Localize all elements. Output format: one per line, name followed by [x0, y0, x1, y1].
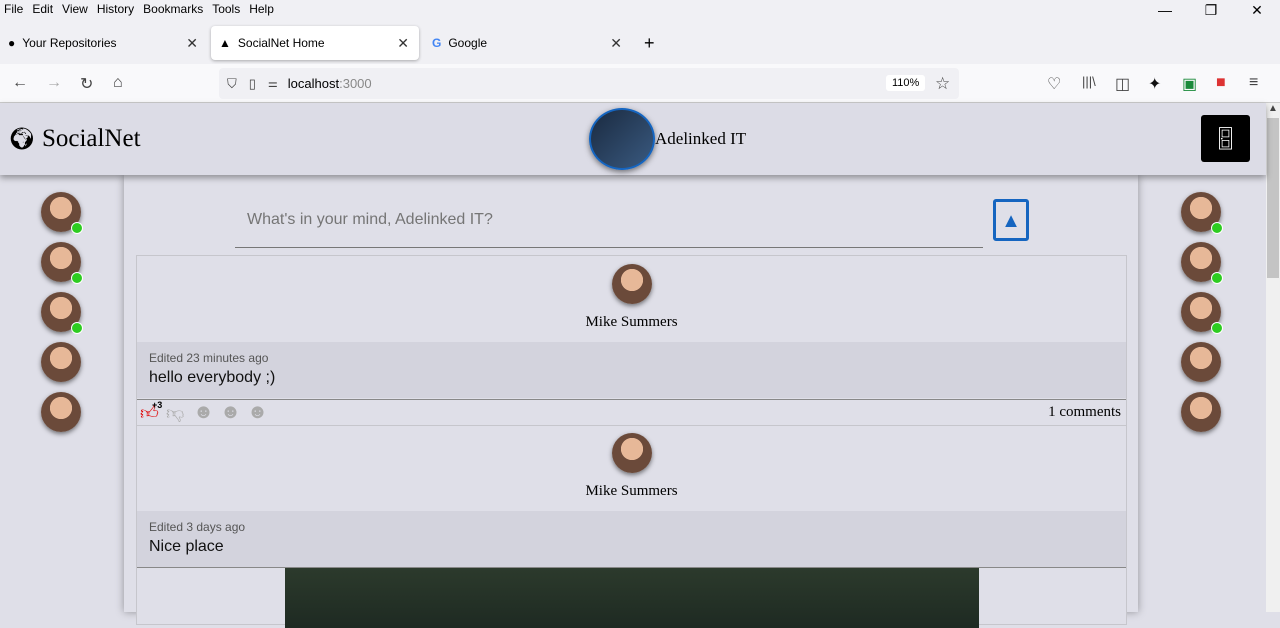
url-port: :3000 — [339, 76, 372, 91]
laugh-face-icon[interactable]: ☻ — [220, 401, 241, 424]
door-exit-icon: 🚪︎ — [1211, 126, 1240, 151]
post-composer-input[interactable] — [235, 192, 983, 248]
friend-avatar[interactable] — [41, 292, 83, 334]
app-header: 🌍︎ SocialNet Adelinked IT 🚪︎ — [0, 103, 1266, 175]
cry-face-icon[interactable]: ☻ — [247, 401, 268, 424]
post-body: Edited 23 minutes ago hello everybody ;) — [137, 342, 1126, 398]
online-indicator — [1211, 322, 1223, 334]
logout-button[interactable]: 🚪︎ — [1201, 115, 1250, 162]
current-user[interactable]: Adelinked IT — [589, 108, 746, 170]
tab-your-repositories[interactable]: ● Your Repositories ✕ — [0, 26, 208, 60]
video-extension-icon[interactable]: ▣ — [1182, 74, 1197, 94]
online-indicator — [71, 322, 83, 334]
pocket-icon[interactable]: ♡ — [1047, 74, 1061, 94]
friend-avatar[interactable] — [41, 192, 83, 234]
github-icon: ● — [8, 36, 16, 50]
user-avatar — [589, 108, 655, 170]
page-icon: ▯ — [248, 75, 256, 91]
library-icon[interactable]: |||\ — [1082, 74, 1096, 89]
bug-extension-icon[interactable]: ■ — [1216, 74, 1226, 92]
forward-icon[interactable]: → — [46, 74, 62, 92]
post-timestamp: Edited 23 minutes ago — [149, 351, 269, 365]
online-indicator — [1211, 272, 1223, 284]
post-timestamp: Edited 3 days ago — [149, 520, 246, 534]
menu-bookmarks[interactable]: Bookmarks — [143, 2, 203, 16]
tab-label: Google — [448, 36, 488, 50]
comments-link[interactable]: 1 comments — [1048, 404, 1121, 421]
online-indicator — [1211, 222, 1223, 234]
menu-edit[interactable]: Edit — [32, 2, 53, 16]
shield-icon[interactable]: ⛉ — [227, 76, 237, 92]
online-indicator — [71, 272, 83, 284]
back-icon[interactable]: ← — [12, 74, 28, 92]
close-tab-icon[interactable]: ✕ — [397, 35, 409, 52]
close-tab-icon[interactable]: ✕ — [610, 35, 622, 52]
like-count: +3 — [152, 400, 163, 410]
reload-icon[interactable]: ↻ — [80, 74, 93, 94]
author-avatar[interactable] — [612, 433, 652, 473]
permissions-icon[interactable]: ⚌ — [268, 77, 278, 90]
post-body: Edited 3 days ago Nice place — [137, 511, 1126, 567]
online-indicator — [71, 222, 83, 234]
extension-icon[interactable]: ✦ — [1148, 74, 1161, 94]
google-icon: G — [432, 36, 442, 50]
scrollbar-thumb[interactable] — [1267, 118, 1279, 278]
tab-bar: ● Your Repositories ✕ ▲ SocialNet Home ✕ G Go… — [0, 18, 1280, 64]
love-face-icon[interactable]: ☻ — [193, 401, 214, 424]
menu-help[interactable]: Help — [249, 2, 274, 16]
friend-avatar[interactable] — [1181, 392, 1221, 432]
menu-history[interactable]: History — [97, 2, 134, 16]
socialnet-icon: ▲ — [219, 36, 231, 50]
sidebar-icon[interactable]: ◫ — [1115, 74, 1130, 94]
post-card: Mike Summers Edited 23 minutes ago hello… — [136, 255, 1127, 426]
user-name: Adelinked IT — [655, 129, 747, 148]
friend-avatar[interactable] — [41, 392, 81, 432]
menu-tools[interactable]: Tools — [212, 2, 240, 16]
menu-bar: File Edit View History Bookmarks Tools H… — [0, 0, 1280, 18]
friend-avatar[interactable] — [41, 342, 81, 382]
home-icon[interactable]: ⌂ — [113, 74, 123, 92]
author-name[interactable]: Mike Summers — [137, 483, 1126, 500]
post-content: Nice place — [149, 538, 224, 555]
friend-avatar[interactable] — [1181, 342, 1221, 382]
feed: ▲ Mike Summers Edited 23 minutes ago hel… — [124, 175, 1138, 628]
menu-file[interactable]: File — [4, 2, 23, 16]
url-bar[interactable]: ⛉ ▯ ⚌ localhost:3000 110% ☆ — [219, 68, 959, 99]
friend-avatar[interactable] — [1181, 242, 1223, 284]
bookmark-star-icon[interactable]: ☆ — [935, 74, 950, 94]
scrollbar[interactable]: ▲ — [1266, 103, 1280, 612]
friend-avatar[interactable] — [41, 242, 83, 284]
reaction-bar: 👍︎ +3 👎︎ ☻ ☻ ☻ 1 comments — [137, 399, 1126, 426]
zoom-level[interactable]: 110% — [886, 75, 926, 91]
close-tab-icon[interactable]: ✕ — [186, 35, 198, 52]
new-tab-button[interactable]: + — [636, 26, 663, 60]
post-content: hello everybody ;) — [149, 369, 276, 386]
menu-view[interactable]: View — [62, 2, 88, 16]
hamburger-menu-icon[interactable]: ≡ — [1249, 74, 1258, 92]
minimize-button[interactable]: — — [1142, 0, 1188, 20]
close-window-button[interactable]: ✕ — [1234, 0, 1280, 20]
add-image-icon[interactable]: ▲ — [993, 199, 1029, 241]
logo-text: SocialNet — [41, 125, 141, 152]
tab-label: Your Repositories — [22, 36, 117, 50]
scroll-up-icon[interactable]: ▲ — [1266, 103, 1280, 114]
nav-bar: ← → ↻ ⌂ ⛉ ▯ ⚌ localhost:3000 110% ☆ ♡ ||… — [0, 64, 1280, 103]
friend-avatar[interactable] — [1181, 292, 1223, 334]
post-card: Mike Summers Edited 3 days ago Nice plac… — [136, 425, 1127, 628]
friend-avatar[interactable] — [1181, 192, 1223, 234]
window-controls: — ❐ ✕ — [1142, 0, 1280, 20]
restore-button[interactable]: ❐ — [1188, 0, 1234, 20]
post-image[interactable] — [285, 568, 979, 628]
globe-icon: 🌍︎ — [8, 126, 36, 151]
logo[interactable]: 🌍︎ SocialNet — [8, 125, 141, 153]
tab-socialnet-home[interactable]: ▲ SocialNet Home ✕ — [211, 26, 419, 60]
tab-label: SocialNet Home — [237, 36, 325, 50]
dislike-icon[interactable]: 👎︎ — [166, 402, 184, 424]
author-name[interactable]: Mike Summers — [137, 314, 1126, 331]
tab-google[interactable]: G Google ✕ — [424, 26, 632, 60]
author-avatar[interactable] — [612, 264, 652, 304]
url-host: localhost — [287, 76, 340, 91]
